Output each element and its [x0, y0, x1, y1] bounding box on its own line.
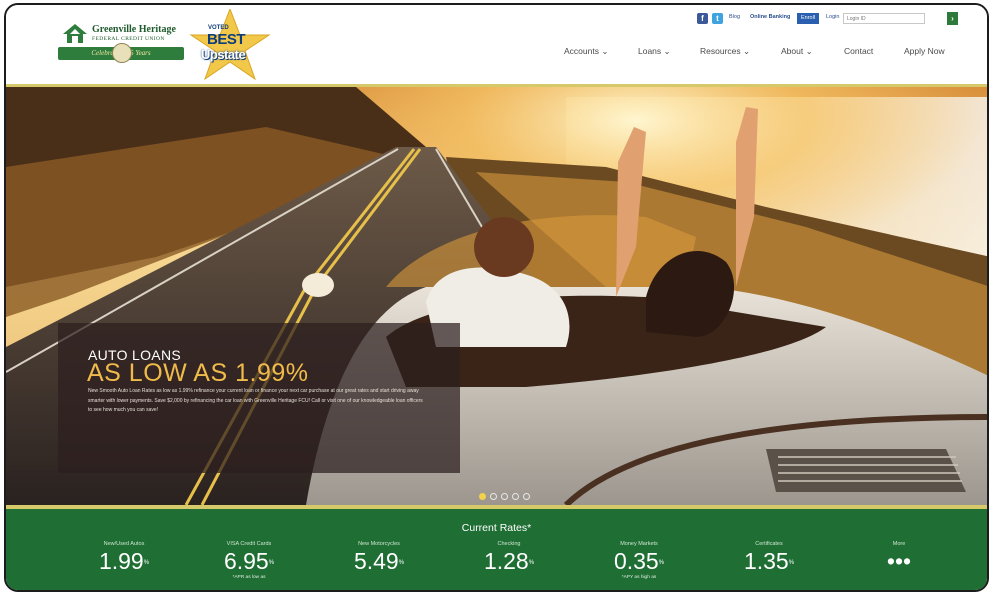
facebook-icon[interactable]: f	[697, 13, 708, 24]
rate-note	[844, 575, 954, 582]
rate-motorcycles[interactable]: New Motorcycles 5.49%	[324, 541, 434, 582]
logo-subtitle: FEDERAL CREDIT UNION	[92, 36, 165, 42]
rate-visa[interactable]: VISA Credit Cards 6.95% *APR as low as	[194, 541, 304, 582]
rate-more[interactable]: More •••	[844, 541, 954, 582]
house-logo-icon	[63, 24, 87, 43]
nav-apply-now[interactable]: Apply Now	[904, 46, 945, 56]
browser-frame: Greenville Heritage FEDERAL CREDIT UNION…	[4, 3, 989, 592]
login-id-input[interactable]	[843, 13, 925, 24]
nav-contact[interactable]: Contact	[844, 46, 873, 56]
slide-dot-4[interactable]	[512, 493, 519, 500]
slide-dot-3[interactable]	[501, 493, 508, 500]
twitter-icon[interactable]: t	[712, 13, 723, 24]
nav-resources[interactable]: Resources ⌄	[700, 46, 750, 57]
rate-value: 0.35%	[613, 548, 665, 574]
hero-slider[interactable]: AUTO LOANS AS LOW AS 1.99% New Smooth Au…	[6, 87, 987, 505]
slide-dot-5[interactable]	[523, 493, 530, 500]
credit-union-logo[interactable]: Greenville Heritage FEDERAL CREDIT UNION…	[58, 19, 186, 69]
rate-note	[454, 575, 564, 582]
rate-checking[interactable]: Checking 1.28%	[454, 541, 564, 582]
login-go-button[interactable]: ›	[947, 12, 958, 25]
site-header: Greenville Heritage FEDERAL CREDIT UNION…	[6, 5, 987, 85]
rate-value: 1.28%	[483, 548, 535, 574]
promo-headline: AS LOW AS 1.99%	[87, 359, 309, 387]
blog-link[interactable]: Blog	[729, 14, 740, 20]
nav-loans[interactable]: Loans ⌄	[638, 46, 671, 57]
slide-dot-2[interactable]	[490, 493, 497, 500]
rates-title: Current Rates*	[461, 522, 532, 534]
rate-certificates[interactable]: Certificates 1.35%	[714, 541, 824, 582]
nav-about[interactable]: About ⌄	[781, 46, 813, 57]
slide-dot-1[interactable]	[479, 493, 486, 500]
promo-card[interactable]: AUTO LOANS AS LOW AS 1.99% New Smooth Au…	[58, 323, 460, 473]
rate-value: 1.99%	[98, 548, 150, 574]
rate-value: 5.49%	[353, 548, 405, 574]
enroll-button[interactable]: Enroll	[797, 13, 819, 24]
more-dots-icon: •••	[886, 548, 912, 574]
rate-note: *APR as low as	[232, 575, 266, 580]
online-banking-link[interactable]: Online Banking	[750, 14, 790, 20]
logo-name: Greenville Heritage	[92, 24, 176, 35]
rate-note: *APY as high as	[621, 575, 657, 580]
promo-body: New Smooth Auto Loan Rates as low as 1.9…	[88, 388, 423, 413]
main-nav: Accounts ⌄ Loans ⌄ Resources ⌄ About ⌄ C…	[6, 46, 987, 60]
rate-auto[interactable]: New/Used Autos 1.99%	[69, 541, 179, 582]
rate-money-markets[interactable]: Money Markets 0.35% *APY as high as	[584, 541, 694, 582]
rate-value: 1.35%	[743, 548, 795, 574]
best-of-upstate-badge: VOTED BEST Upstate	[189, 9, 271, 81]
current-rates-bar: Current Rates* New/Used Autos 1.99% VISA…	[6, 505, 987, 590]
rate-value: 6.95%	[223, 548, 275, 574]
nav-accounts[interactable]: Accounts ⌄	[564, 46, 608, 57]
rate-note	[324, 575, 434, 582]
login-label: Login	[826, 14, 840, 20]
rate-note	[69, 575, 179, 582]
rate-note	[714, 575, 824, 582]
